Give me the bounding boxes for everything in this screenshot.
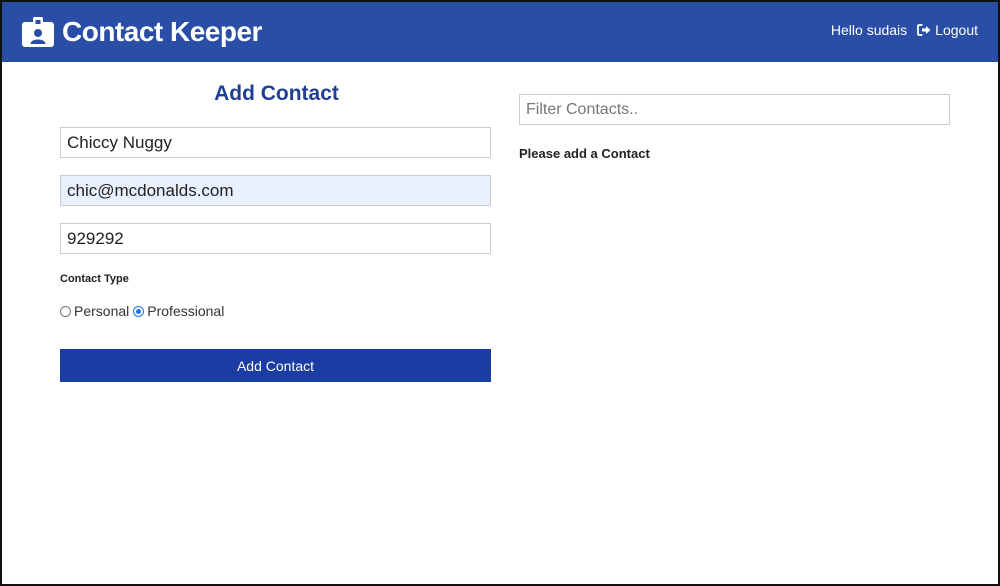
professional-radio-label: Professional [147, 303, 225, 319]
empty-contacts-message: Please add a Contact [519, 146, 650, 161]
email-field-value: chic@mcdonalds.com [67, 180, 234, 200]
nav-links: Hello sudais Logout [831, 22, 978, 38]
contact-type-label: Contact Type [60, 273, 129, 285]
phone-field[interactable]: 929292 [60, 223, 491, 254]
contact-type-options: Personal Professional [60, 303, 228, 319]
filter-placeholder: Filter Contacts.. [526, 100, 639, 118]
professional-radio[interactable] [133, 305, 145, 317]
sign-out-icon [917, 24, 931, 36]
id-badge-icon [22, 17, 54, 47]
email-field[interactable]: chic@mcdonalds.com [60, 175, 491, 206]
name-field[interactable]: Chiccy Nuggy [60, 127, 491, 158]
navbar: Contact Keeper Hello sudais Logout [2, 2, 998, 62]
logout-label: Logout [935, 22, 978, 38]
add-contact-button[interactable]: Add Contact [60, 349, 491, 382]
brand-title: Contact Keeper [62, 16, 262, 47]
form-title: Add Contact [214, 82, 339, 105]
brand[interactable]: Contact Keeper [22, 14, 262, 50]
app-window: Contact Keeper Hello sudais Logout Add C… [0, 0, 1000, 586]
logout-link[interactable]: Logout [917, 22, 978, 38]
phone-field-value: 929292 [67, 228, 124, 248]
name-field-value: Chiccy Nuggy [67, 132, 172, 152]
filter-input[interactable]: Filter Contacts.. [519, 94, 950, 125]
user-greeting: Hello sudais [830, 22, 908, 38]
personal-radio[interactable] [60, 305, 71, 317]
personal-radio-label: Personal [74, 303, 130, 319]
